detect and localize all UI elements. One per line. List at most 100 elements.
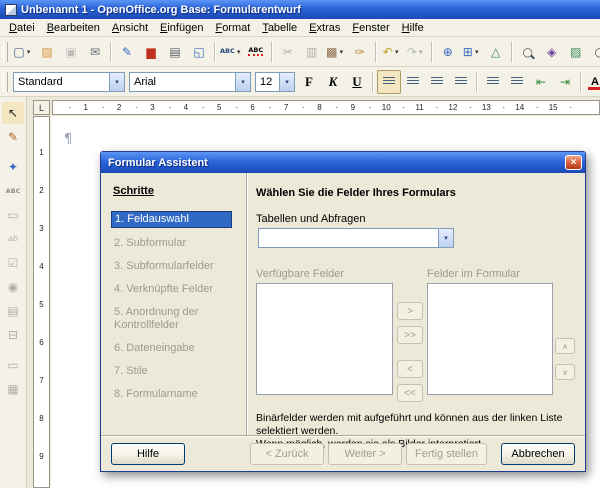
paste-button[interactable]: ▩ ▾ bbox=[324, 40, 348, 64]
font-color-button[interactable]: A ▾ bbox=[585, 70, 600, 94]
menu-hilfe[interactable]: Hilfe bbox=[396, 20, 430, 36]
underline-button[interactable]: U bbox=[345, 71, 369, 93]
move-all-right-button[interactable]: >> bbox=[397, 326, 423, 344]
send-email-button[interactable]: ✉ bbox=[83, 40, 107, 64]
dropdown-arrow-icon[interactable]: ▾ bbox=[417, 48, 425, 56]
available-fields-label: Verfügbare Felder bbox=[256, 268, 393, 280]
combobox-dropdown-button[interactable]: ▾ bbox=[109, 73, 124, 91]
autospellcheck-button[interactable]: ABC bbox=[244, 40, 268, 64]
form-fields-label: Felder im Formular bbox=[427, 268, 553, 280]
ruler-mark: 8 bbox=[303, 101, 336, 114]
tables-combobox[interactable]: ▾ bbox=[258, 228, 454, 248]
move-up-button[interactable]: ∧ bbox=[555, 338, 575, 354]
option-button-button[interactable]: ◉ bbox=[2, 276, 24, 298]
finish-button[interactable]: Fertig stellen bbox=[406, 443, 487, 465]
align-right-button[interactable] bbox=[425, 70, 449, 94]
hyperlink-button[interactable]: ⊕ bbox=[436, 40, 460, 64]
printer-icon: ▤ bbox=[169, 46, 180, 58]
increase-indent-button[interactable]: ⇥ bbox=[553, 70, 577, 94]
next-button[interactable]: Weiter > bbox=[328, 443, 402, 465]
move-all-left-button[interactable]: << bbox=[397, 384, 423, 402]
redo-button[interactable]: ↷ ▾ bbox=[404, 40, 428, 64]
move-down-button[interactable]: ∨ bbox=[555, 364, 575, 380]
chevron-down-icon: ▾ bbox=[239, 78, 247, 86]
menu-fenster[interactable]: Fenster bbox=[346, 20, 395, 36]
format-paintbrush-button[interactable]: ✑ bbox=[348, 40, 372, 64]
export-pdf-button[interactable]: ▆ bbox=[139, 40, 163, 64]
list-box-button[interactable]: ▤ bbox=[2, 300, 24, 322]
copy-button[interactable]: ▥ bbox=[300, 40, 324, 64]
menu-bearbeiten[interactable]: Bearbeiten bbox=[41, 20, 106, 36]
ruler-mark: 7 bbox=[269, 101, 302, 114]
move-right-button[interactable]: > bbox=[397, 302, 423, 320]
check-box-button[interactable]: ☑ bbox=[2, 252, 24, 274]
italic-button[interactable]: K bbox=[321, 71, 345, 93]
menu-extras[interactable]: Extras bbox=[303, 20, 346, 36]
page-preview-button[interactable]: ◱ bbox=[187, 40, 211, 64]
new-document-button[interactable]: ▢ ▾ bbox=[11, 40, 35, 64]
draw-functions-button[interactable]: △ bbox=[484, 40, 508, 64]
bold-button[interactable]: F bbox=[297, 71, 321, 93]
dropdown-arrow-icon[interactable]: ▾ bbox=[393, 48, 401, 56]
dropdown-arrow-icon[interactable]: ▾ bbox=[235, 48, 243, 56]
dropdown-arrow-icon[interactable]: ▾ bbox=[25, 48, 33, 56]
push-button-button[interactable]: ▭ bbox=[2, 354, 24, 376]
vertical-ruler[interactable]: 1 2 3 4 5 6 7 8 9 bbox=[33, 116, 50, 488]
navigator-button[interactable]: ◈ bbox=[540, 40, 564, 64]
menu-format[interactable]: Format bbox=[209, 20, 256, 36]
open-button[interactable]: ▧ bbox=[35, 40, 59, 64]
window-titlebar[interactable]: Unbenannt 1 - OpenOffice.org Base: Formu… bbox=[0, 0, 600, 19]
dropdown-arrow-icon[interactable]: ▾ bbox=[473, 48, 481, 56]
align-justify-button[interactable] bbox=[449, 70, 473, 94]
label-field-button[interactable]: ABC bbox=[2, 180, 24, 202]
font-size-combobox[interactable]: 12 ▾ bbox=[255, 72, 295, 92]
print-button[interactable]: ▤ bbox=[163, 40, 187, 64]
help-button[interactable]: Hilfe bbox=[111, 443, 185, 465]
image-control-button[interactable]: ▦ bbox=[2, 378, 24, 400]
spellcheck-button[interactable]: ABC ▾ bbox=[219, 40, 244, 64]
dialog-titlebar[interactable]: Formular Assistent × bbox=[101, 152, 585, 173]
numbered-list-button[interactable] bbox=[481, 70, 505, 94]
cut-button[interactable]: ✂ bbox=[276, 40, 300, 64]
paragraph-style-combobox[interactable]: Standard ▾ bbox=[13, 72, 125, 92]
horizontal-ruler[interactable]: 1 2 3 4 5 6 7 8 9 10 11 12 13 14 15 bbox=[52, 100, 600, 115]
toolbar-grip[interactable] bbox=[3, 42, 8, 62]
text-box-button[interactable]: ab bbox=[2, 228, 24, 250]
insert-table-button[interactable]: ⊞ ▾ bbox=[460, 40, 484, 64]
control-wizards-button[interactable]: ✦ bbox=[2, 156, 24, 178]
available-fields-listbox[interactable] bbox=[256, 283, 393, 395]
align-left-icon bbox=[383, 77, 395, 86]
zoom-button[interactable]: ○ bbox=[588, 40, 600, 64]
combobox-dropdown-button[interactable]: ▾ bbox=[235, 73, 250, 91]
move-left-button[interactable]: < bbox=[397, 360, 423, 378]
step-1-feldauswahl[interactable]: 1. Feldauswahl bbox=[111, 211, 232, 228]
dialog-close-button[interactable]: × bbox=[565, 155, 582, 170]
combobox-dropdown-button[interactable]: ▾ bbox=[279, 73, 294, 91]
menu-tabelle[interactable]: Tabelle bbox=[256, 20, 303, 36]
undo-button[interactable]: ↶ ▾ bbox=[380, 40, 404, 64]
combo-box-button[interactable]: ⊟ bbox=[2, 324, 24, 346]
back-button[interactable]: < Zurück bbox=[250, 443, 324, 465]
gallery-button[interactable]: ▨ bbox=[564, 40, 588, 64]
combobox-dropdown-button[interactable]: ▾ bbox=[438, 229, 453, 247]
menu-datei[interactable]: Datei bbox=[3, 20, 41, 36]
tab-selector[interactable]: L bbox=[33, 100, 50, 115]
menu-einfuegen[interactable]: Einfügen bbox=[154, 20, 209, 36]
toolbar-grip[interactable] bbox=[3, 72, 8, 92]
group-box-button[interactable]: ▭ bbox=[2, 204, 24, 226]
edit-file-button[interactable]: ✎ bbox=[115, 40, 139, 64]
design-mode-button[interactable]: ✎ bbox=[2, 126, 24, 148]
menu-ansicht[interactable]: Ansicht bbox=[106, 20, 154, 36]
form-fields-listbox[interactable] bbox=[427, 283, 553, 395]
dialog-footer: Hilfe < Zurück Weiter > Fertig stellen A… bbox=[101, 435, 585, 472]
font-name-combobox[interactable]: Arial ▾ bbox=[129, 72, 251, 92]
find-replace-button[interactable]: ○ bbox=[516, 40, 540, 64]
dropdown-arrow-icon[interactable]: ▾ bbox=[337, 48, 345, 56]
select-pointer-button[interactable]: ↖ bbox=[2, 102, 24, 124]
align-left-button[interactable] bbox=[377, 70, 401, 94]
save-button[interactable]: ▣ bbox=[59, 40, 83, 64]
cancel-button[interactable]: Abbrechen bbox=[501, 443, 575, 465]
align-center-button[interactable] bbox=[401, 70, 425, 94]
bullet-list-button[interactable] bbox=[505, 70, 529, 94]
decrease-indent-button[interactable]: ⇤ bbox=[529, 70, 553, 94]
